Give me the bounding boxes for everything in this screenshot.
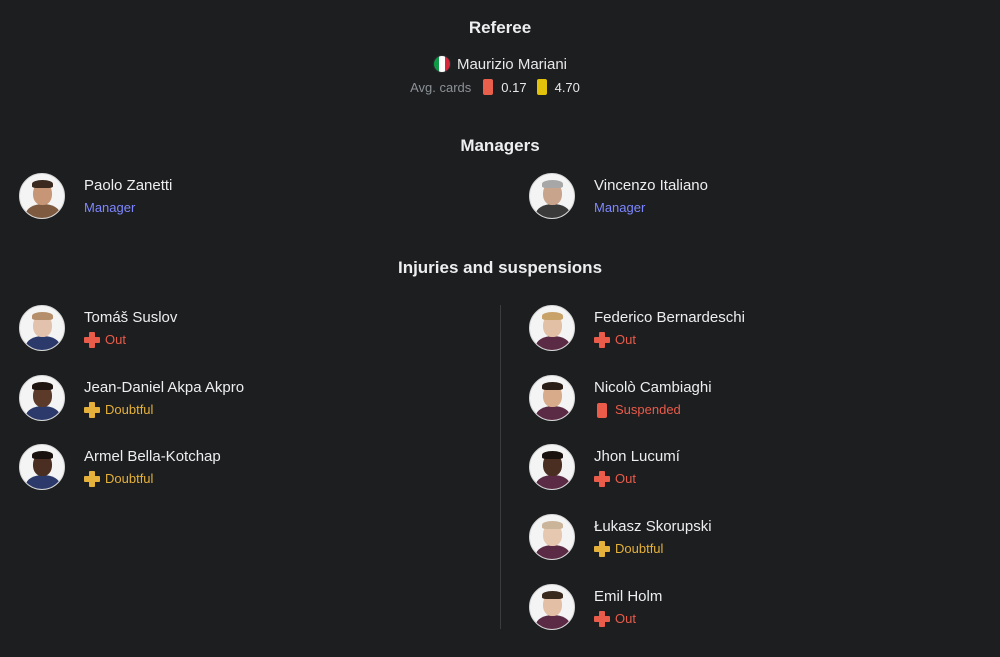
status-badge: Out xyxy=(84,331,177,349)
injury-item[interactable]: Jhon Lucumí Out xyxy=(529,444,680,490)
status-badge: Out xyxy=(594,331,745,349)
injury-cross-icon xyxy=(84,402,100,418)
status-badge: Doubtful xyxy=(594,540,712,558)
match-info-panel: Referee Maurizio Mariani Avg. cards 0.17… xyxy=(0,0,1000,657)
red-card-icon xyxy=(597,402,607,418)
status-text: Doubtful xyxy=(105,471,154,486)
player-name: Tomáš Suslov xyxy=(84,309,178,326)
status-text: Doubtful xyxy=(615,541,664,556)
manager-avatar xyxy=(19,173,65,219)
manager-home[interactable]: Paolo Zanetti Manager xyxy=(19,173,172,219)
manager-name: Paolo Zanetti xyxy=(84,177,173,194)
player-avatar xyxy=(529,444,575,490)
status-text: Doubtful xyxy=(105,402,154,417)
injury-item[interactable]: Emil Holm Out xyxy=(529,584,662,630)
injury-cross-icon xyxy=(594,611,610,627)
player-avatar xyxy=(529,305,575,351)
status-text: Out xyxy=(615,471,636,486)
player-avatar xyxy=(529,514,575,560)
column-divider xyxy=(500,305,501,629)
player-name: Armel Bella-Kotchap xyxy=(84,448,221,465)
manager-away[interactable]: Vincenzo Italiano Manager xyxy=(529,173,708,219)
italy-flag-icon xyxy=(432,55,451,73)
yellow-card-avg: 4.70 xyxy=(554,79,580,95)
player-avatar xyxy=(19,305,65,351)
status-text: Out xyxy=(615,332,636,347)
red-card-avg: 0.17 xyxy=(501,79,527,95)
manager-role: Manager xyxy=(84,200,136,215)
player-name: Łukasz Skorupski xyxy=(594,518,712,535)
player-avatar xyxy=(19,375,65,421)
injury-item[interactable]: Federico Bernardeschi Out xyxy=(529,305,745,351)
injury-cross-icon xyxy=(84,471,100,487)
player-avatar xyxy=(529,584,575,630)
referee-row: Maurizio Mariani xyxy=(0,55,1000,73)
status-text: Out xyxy=(615,611,636,626)
injury-cross-icon xyxy=(594,541,610,557)
player-avatar xyxy=(529,375,575,421)
avg-cards-label: Avg. cards xyxy=(410,79,472,95)
status-text: Out xyxy=(105,332,126,347)
referee-card-stats: Avg. cards 0.17 4.70 xyxy=(0,79,1000,95)
injury-item[interactable]: Armel Bella-Kotchap Doubtful xyxy=(19,444,221,490)
injury-item[interactable]: Tomáš Suslov Out xyxy=(19,305,177,351)
player-name: Nicolò Cambiaghi xyxy=(594,379,712,396)
injury-item[interactable]: Nicolò Cambiaghi Suspended xyxy=(529,375,712,421)
status-badge: Out xyxy=(594,470,680,488)
player-name: Jean-Daniel Akpa Akpro xyxy=(84,379,245,396)
managers-title: Managers xyxy=(460,136,540,155)
red-card-icon xyxy=(483,79,494,95)
status-text: Suspended xyxy=(615,402,681,417)
status-badge: Doubtful xyxy=(84,401,244,419)
injury-cross-icon xyxy=(594,471,610,487)
manager-role: Manager xyxy=(594,200,646,215)
status-badge: Out xyxy=(594,610,662,628)
referee-title: Referee xyxy=(468,18,532,37)
manager-name: Vincenzo Italiano xyxy=(594,177,708,194)
injury-cross-icon xyxy=(84,332,100,348)
player-avatar xyxy=(19,444,65,490)
status-badge: Suspended xyxy=(594,401,712,419)
yellow-card-icon xyxy=(536,79,547,95)
manager-avatar xyxy=(529,173,575,219)
player-name: Emil Holm xyxy=(594,588,663,605)
injury-item[interactable]: Jean-Daniel Akpa Akpro Doubtful xyxy=(19,375,244,421)
injuries-title: Injuries and suspensions xyxy=(397,258,603,277)
referee-name[interactable]: Maurizio Mariani xyxy=(457,56,567,73)
status-badge: Doubtful xyxy=(84,470,221,488)
injury-item[interactable]: Łukasz Skorupski Doubtful xyxy=(529,514,712,560)
player-name: Jhon Lucumí xyxy=(594,448,680,465)
player-name: Federico Bernardeschi xyxy=(594,309,745,326)
injury-cross-icon xyxy=(594,332,610,348)
